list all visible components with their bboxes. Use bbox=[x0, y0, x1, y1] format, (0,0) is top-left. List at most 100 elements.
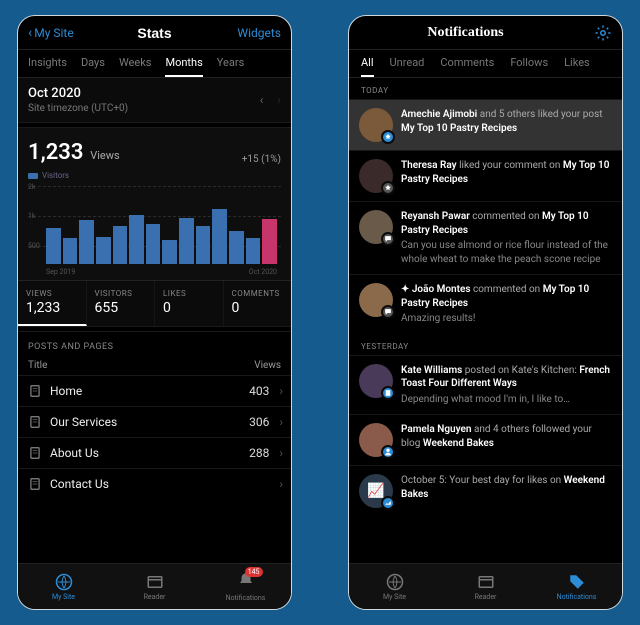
posts-list: Home403›Our Services306›About Us288›Cont… bbox=[18, 375, 291, 499]
notification-text: October 5: Your best day for likes on We… bbox=[401, 474, 612, 508]
chart-bar[interactable] bbox=[179, 218, 194, 264]
notification-text: Pamela Nguyen and 4 others followed your… bbox=[401, 423, 612, 457]
post-views: 306 bbox=[249, 415, 269, 429]
gear-icon[interactable] bbox=[594, 24, 612, 42]
tab-all[interactable]: All bbox=[361, 56, 374, 77]
notification-row[interactable]: Reyansh Pawar commented on My Top 10 Pas… bbox=[349, 201, 622, 274]
notification-row[interactable]: Pamela Nguyen and 4 others followed your… bbox=[349, 414, 622, 465]
chart-bar[interactable] bbox=[46, 228, 61, 265]
tab-unread[interactable]: Unread bbox=[390, 56, 425, 77]
page-icon bbox=[28, 415, 42, 429]
prev-period-button[interactable]: ‹ bbox=[260, 93, 264, 107]
post-title: Our Services bbox=[50, 415, 241, 429]
chevron-right-icon: › bbox=[277, 446, 285, 460]
post-row[interactable]: Our Services 306 › bbox=[18, 406, 291, 437]
nav-my-site[interactable]: My Site bbox=[349, 564, 440, 609]
chevron-right-icon: › bbox=[277, 415, 285, 429]
chart-bar[interactable] bbox=[129, 215, 144, 264]
post-title: About Us bbox=[50, 446, 241, 460]
chart-bar[interactable] bbox=[113, 226, 128, 264]
chart-legend: Visitors bbox=[28, 171, 281, 180]
chart-bar[interactable] bbox=[229, 231, 244, 264]
views-card: 1,233 Views +15 (1%) Visitors 2k 1k 500 … bbox=[18, 128, 291, 280]
notification-row[interactable]: Kate Williams posted on Kate's Kitchen: … bbox=[349, 355, 622, 415]
next-period-button[interactable]: › bbox=[277, 93, 281, 107]
post-row[interactable]: Contact Us › bbox=[18, 468, 291, 499]
back-label: My Site bbox=[34, 26, 73, 40]
notification-text: Theresa Ray liked your comment on My Top… bbox=[401, 159, 612, 193]
widgets-button[interactable]: Widgets bbox=[221, 26, 281, 40]
page-title: Stats bbox=[137, 25, 171, 41]
wordpress-icon bbox=[55, 573, 73, 591]
nav-notifications[interactable]: 145 Notifications bbox=[200, 564, 291, 609]
type-badge-icon bbox=[381, 181, 395, 195]
page-icon bbox=[28, 477, 42, 491]
chart-bar[interactable] bbox=[246, 238, 261, 264]
nav-reader[interactable]: Reader bbox=[440, 564, 531, 609]
notification-row[interactable]: Amechie Ajimobi and 5 others liked your … bbox=[349, 99, 622, 150]
bottom-nav: My Site Reader 145 Notifications bbox=[18, 563, 291, 609]
notifications-screen: Notifications All Unread Comments Follow… bbox=[348, 15, 623, 610]
chart-bar[interactable] bbox=[63, 238, 78, 264]
page-icon bbox=[28, 384, 42, 398]
type-badge-icon bbox=[381, 305, 395, 319]
tab-weeks[interactable]: Weeks bbox=[119, 56, 152, 77]
notification-text: Kate Williams posted on Kate's Kitchen: … bbox=[401, 364, 612, 407]
stat-comments[interactable]: COMMENTS 0 bbox=[224, 281, 292, 326]
type-badge-icon bbox=[381, 130, 395, 144]
tab-years[interactable]: Years bbox=[217, 56, 244, 77]
type-badge-icon bbox=[381, 232, 395, 246]
post-row[interactable]: About Us288› bbox=[18, 437, 291, 468]
avatar bbox=[359, 423, 393, 457]
stats-screen: ‹ My Site Stats Widgets Insights Days We… bbox=[17, 15, 292, 610]
tab-likes[interactable]: Likes bbox=[564, 56, 590, 77]
chart-bar[interactable] bbox=[96, 237, 111, 264]
chart-bar[interactable] bbox=[146, 224, 161, 264]
range-tabs: Insights Days Weeks Months Years bbox=[18, 50, 291, 78]
chevron-right-icon: › bbox=[277, 477, 285, 491]
stat-visitors[interactable]: VISITORS 655 bbox=[87, 281, 156, 326]
chart-bar[interactable] bbox=[79, 220, 94, 264]
day-label-today: TODAY bbox=[349, 78, 622, 99]
tab-follows[interactable]: Follows bbox=[510, 56, 548, 77]
tab-insights[interactable]: Insights bbox=[28, 56, 67, 77]
stat-views[interactable]: VIEWS 1,233 bbox=[18, 281, 87, 326]
notification-row[interactable]: Theresa Ray liked your comment on My Top… bbox=[349, 150, 622, 201]
stat-strip: VIEWS 1,233 VISITORS 655 LIKES 0 COMMENT… bbox=[18, 280, 291, 326]
nav-notifications[interactable]: Notifications bbox=[531, 564, 622, 609]
tab-days[interactable]: Days bbox=[81, 56, 105, 77]
notification-text: Amechie Ajimobi and 5 others liked your … bbox=[401, 108, 612, 142]
notification-text: ✦ João Montes commented on My Top 10 Pas… bbox=[401, 283, 612, 326]
topbar: ‹ My Site Stats Widgets bbox=[18, 16, 291, 50]
notification-row[interactable]: ✦ João Montes commented on My Top 10 Pas… bbox=[349, 274, 622, 334]
posts-heading: POSTS AND PAGES bbox=[18, 332, 291, 356]
period-header: Oct 2020 Site timezone (UTC+0) ‹ › bbox=[18, 78, 291, 122]
wordpress-icon bbox=[386, 573, 404, 591]
chevron-right-icon: › bbox=[277, 384, 285, 398]
views-chart[interactable]: 2k 1k 500 Sep 2019 Oct 2020 bbox=[28, 186, 281, 276]
tab-months[interactable]: Months bbox=[165, 56, 202, 77]
reader-icon bbox=[146, 573, 164, 591]
back-button[interactable]: ‹ My Site bbox=[28, 26, 88, 40]
avatar bbox=[359, 159, 393, 193]
post-row[interactable]: Home403› bbox=[18, 375, 291, 406]
nav-reader[interactable]: Reader bbox=[109, 564, 200, 609]
page-title: Notifications bbox=[427, 25, 503, 41]
post-title: Contact Us bbox=[50, 477, 261, 491]
posts-list-header: Title Views bbox=[18, 356, 291, 375]
nav-my-site[interactable]: My Site bbox=[18, 564, 109, 609]
chart-bar[interactable] bbox=[162, 240, 177, 264]
post-title: Home bbox=[50, 384, 241, 398]
views-delta: +15 (1%) bbox=[242, 154, 281, 165]
period-label: Oct 2020 bbox=[28, 86, 128, 101]
bottom-nav: My Site Reader Notifications bbox=[349, 563, 622, 609]
views-value: 1,233 bbox=[28, 140, 83, 165]
stat-likes[interactable]: LIKES 0 bbox=[155, 281, 224, 326]
chart-bar[interactable] bbox=[196, 226, 211, 264]
notification-row[interactable]: 📈October 5: Your best day for likes on W… bbox=[349, 465, 622, 516]
chart-bar[interactable] bbox=[262, 219, 277, 264]
chart-bar[interactable] bbox=[212, 209, 227, 264]
notif-badge: 145 bbox=[245, 567, 263, 577]
chevron-left-icon: ‹ bbox=[28, 26, 32, 40]
tab-comments[interactable]: Comments bbox=[440, 56, 494, 77]
